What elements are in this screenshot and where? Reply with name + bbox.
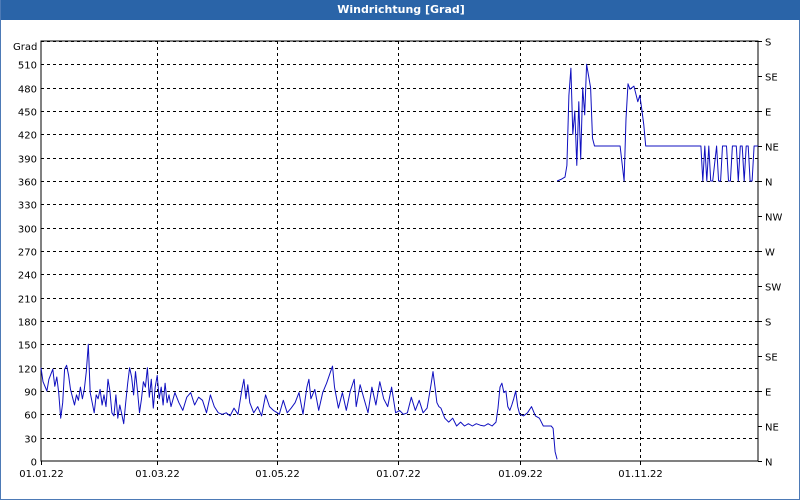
- y-tick-label: 30: [24, 435, 37, 446]
- x-axis: 01.01.22 01.03.22 01.05.22 01.07.22 01.09.22…: [19, 461, 663, 480]
- right-tick-label: NE: [765, 143, 779, 154]
- chart-window: Windrichtung [Grad] 0 30 60 90 120 150 180 210 2…: [0, 0, 800, 500]
- y-tick-label: 450: [18, 108, 37, 119]
- x-tick-label: 01.05.22: [255, 469, 300, 480]
- right-tick-label: E: [765, 388, 771, 399]
- right-tick-label: SE: [765, 73, 778, 84]
- y-tick-label: 210: [18, 295, 37, 306]
- y-tick-label: 60: [24, 411, 37, 422]
- y-axis-right: N NE E SE S SW W NW N NE E SE S: [758, 38, 782, 469]
- right-tick-label: NE: [765, 423, 779, 434]
- right-tick-label: S: [765, 318, 771, 329]
- y-tick-label: 120: [18, 365, 37, 376]
- x-tick-label: 01.01.22: [19, 469, 64, 480]
- y-tick-label: 360: [18, 178, 37, 189]
- y-tick-label: 330: [18, 201, 37, 212]
- y-tick-label: 390: [18, 155, 37, 166]
- series-line-2: [556, 63, 758, 182]
- right-tick-label: SE: [765, 353, 778, 364]
- right-tick-label: N: [765, 458, 772, 469]
- grid-lines: [40, 40, 759, 462]
- y-tick-label: 150: [18, 341, 37, 352]
- right-tick-label: E: [765, 108, 771, 119]
- y-tick-label: 180: [18, 318, 37, 329]
- chart-canvas: 0 30 60 90 120 150 180 210 240 270 300 330 360 390 420…: [13, 38, 782, 481]
- y-tick-label: 90: [24, 388, 37, 399]
- x-tick-label: 01.11.22: [618, 469, 663, 480]
- series-lines: [40, 63, 758, 460]
- y-tick-label: 420: [18, 131, 37, 142]
- y-tick-label: 270: [18, 248, 37, 259]
- x-tick-label: 01.03.22: [135, 469, 180, 480]
- y-tick-label: 0: [31, 458, 37, 469]
- y-axis-left: 0 30 60 90 120 150 180 210 240 270 300 330 360 390 420…: [18, 61, 37, 469]
- x-tick-label: 01.09.22: [498, 469, 543, 480]
- y-axis-unit: Grad: [13, 42, 37, 53]
- plot-frame: [40, 40, 759, 462]
- right-tick-label: N: [765, 178, 772, 189]
- y-tick-label: 480: [18, 85, 37, 96]
- series-line-1: [40, 343, 558, 460]
- y-tick-label: 240: [18, 271, 37, 282]
- y-tick-label: 510: [18, 61, 37, 72]
- right-tick-label: W: [765, 248, 775, 259]
- right-tick-label: SW: [765, 283, 781, 294]
- right-tick-label: S: [765, 38, 771, 49]
- x-tick-label: 01.07.22: [376, 469, 421, 480]
- y-tick-label: 300: [18, 225, 37, 236]
- right-tick-label: NW: [765, 213, 782, 224]
